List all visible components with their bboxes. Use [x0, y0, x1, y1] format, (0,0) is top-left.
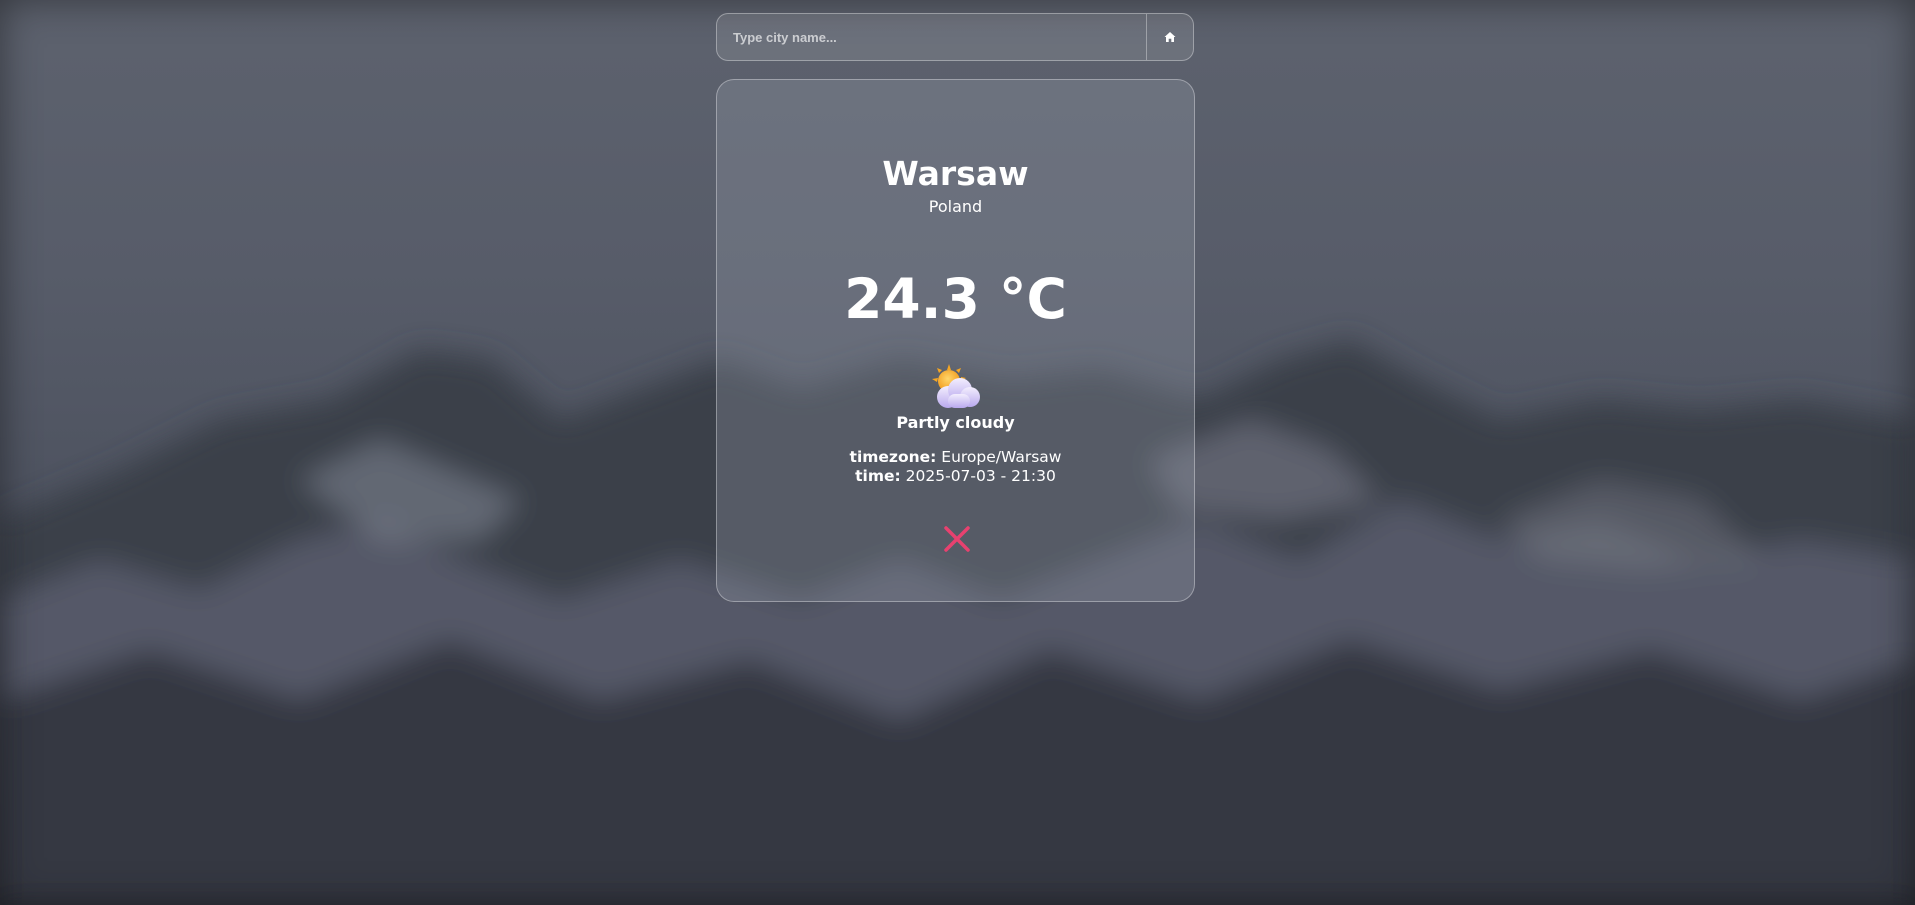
timezone-value: Europe/Warsaw — [941, 448, 1062, 466]
country-name: Poland — [928, 197, 983, 216]
time-info: time: 2025-07-03 - 21:30 — [717, 467, 1194, 485]
timezone-label: timezone: — [849, 448, 937, 466]
timezone-info: timezone: Europe/Warsaw — [717, 448, 1194, 466]
home-icon — [1164, 32, 1176, 42]
weather-card: Warsaw Poland 24.3 °C Partly cloudy time… — [716, 79, 1195, 602]
partly-cloudy-icon — [932, 364, 980, 408]
temperature: 24.3 °C — [844, 267, 1067, 331]
close-button[interactable] — [942, 524, 972, 554]
city-name: Warsaw — [882, 154, 1029, 193]
weather-condition: Partly cloudy — [896, 413, 1015, 432]
time-label: time: — [855, 467, 901, 485]
time-value: 2025-07-03 - 21:30 — [905, 467, 1056, 485]
close-icon — [944, 526, 970, 552]
home-button[interactable] — [1146, 14, 1193, 60]
city-search-input[interactable] — [717, 14, 1146, 60]
search-bar — [716, 13, 1194, 61]
